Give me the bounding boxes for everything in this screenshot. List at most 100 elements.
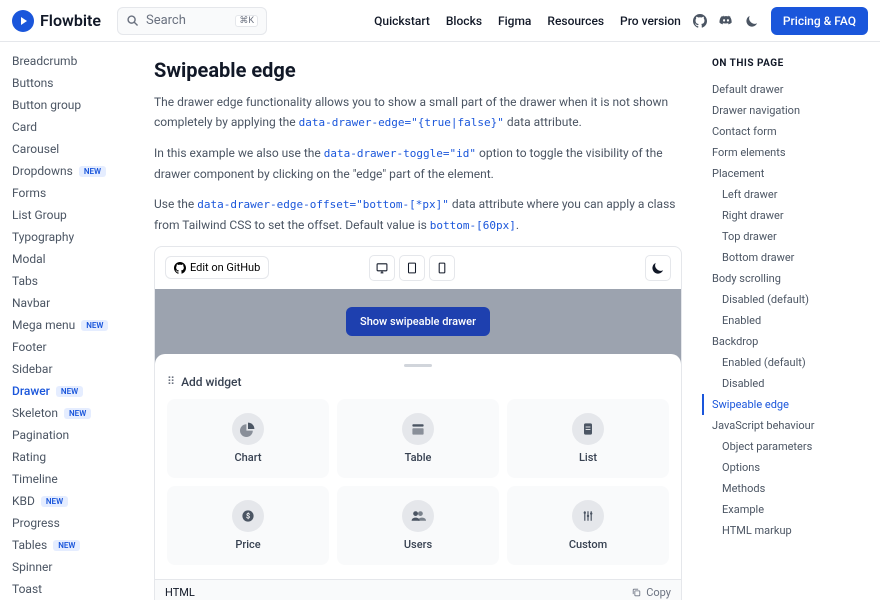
toc-default-drawer[interactable]: Default drawer [712, 79, 868, 100]
toc-contact-form[interactable]: Contact form [712, 121, 868, 142]
toc-methods[interactable]: Methods [712, 478, 868, 499]
sidebar-kbd[interactable]: KBDNEW [12, 490, 136, 512]
nav-blocks[interactable]: Blocks [446, 14, 482, 28]
sidebar-timeline[interactable]: Timeline [12, 468, 136, 490]
toc-top-drawer[interactable]: Top drawer [712, 226, 868, 247]
sidebar-sidebar[interactable]: Sidebar [12, 358, 136, 380]
search-input[interactable]: Search ⌘K [117, 7, 267, 35]
table-icon [402, 413, 434, 445]
edit-github-button[interactable]: Edit on GitHub [165, 256, 269, 279]
sidebar-tabs[interactable]: Tabs [12, 270, 136, 292]
nav-quickstart[interactable]: Quickstart [374, 14, 430, 28]
widget-custom[interactable]: Custom [507, 486, 669, 565]
toc-enabled[interactable]: Enabled [712, 310, 868, 331]
nav-pro-version[interactable]: Pro version [620, 14, 681, 28]
device-tablet[interactable] [399, 255, 425, 281]
sidebar-nav: BreadcrumbButtonsButton groupCardCarouse… [0, 42, 136, 600]
intro-3: Use the data-drawer-edge-offset="bottom-… [154, 194, 682, 235]
price-icon: $ [232, 500, 264, 532]
svg-text:$: $ [246, 511, 250, 520]
sidebar-buttons[interactable]: Buttons [12, 72, 136, 94]
table-of-contents: ON THIS PAGE Default drawerDrawer naviga… [700, 42, 880, 600]
sidebar-button-group[interactable]: Button group [12, 94, 136, 116]
search-kbd: ⌘K [235, 15, 258, 27]
sidebar-dropdowns[interactable]: DropdownsNEW [12, 160, 136, 182]
sidebar-rating[interactable]: Rating [12, 446, 136, 468]
drawer-edge[interactable]: ⠿ Add widget ChartTableList $PriceUsersCu… [155, 354, 681, 579]
sidebar-pagination[interactable]: Pagination [12, 424, 136, 446]
badge-new: NEW [64, 408, 91, 419]
discord-icon[interactable] [719, 14, 733, 28]
sidebar-progress[interactable]: Progress [12, 512, 136, 534]
widget-chart[interactable]: Chart [167, 399, 329, 478]
toc-example[interactable]: Example [712, 499, 868, 520]
widget-users[interactable]: Users [337, 486, 499, 565]
sidebar-forms[interactable]: Forms [12, 182, 136, 204]
toc-placement[interactable]: Placement [712, 163, 868, 184]
toc-body-scrolling[interactable]: Body scrolling [712, 268, 868, 289]
sidebar-tables[interactable]: TablesNEW [12, 534, 136, 556]
sidebar-carousel[interactable]: Carousel [12, 138, 136, 160]
pricing-button[interactable]: Pricing & FAQ [771, 7, 868, 35]
drawer-handle[interactable] [404, 364, 432, 367]
toc-right-drawer[interactable]: Right drawer [712, 205, 868, 226]
copy-button[interactable]: Copy [631, 586, 671, 599]
widget-price[interactable]: $Price [167, 486, 329, 565]
toc-javascript-behaviour[interactable]: JavaScript behaviour [712, 415, 868, 436]
github-icon [174, 262, 186, 274]
users-icon [402, 500, 434, 532]
badge-new: NEW [79, 166, 106, 177]
device-desktop[interactable] [369, 255, 395, 281]
toc-object-parameters[interactable]: Object parameters [712, 436, 868, 457]
toc-bottom-drawer[interactable]: Bottom drawer [712, 247, 868, 268]
sidebar-breadcrumb[interactable]: Breadcrumb [12, 50, 136, 72]
toc-swipeable-edge[interactable]: Swipeable edge [702, 394, 868, 415]
toc-html-markup[interactable]: HTML markup [712, 520, 868, 541]
custom-icon [572, 500, 604, 532]
toc-backdrop[interactable]: Backdrop [712, 331, 868, 352]
sidebar-list-group[interactable]: List Group [12, 204, 136, 226]
logo-icon [12, 10, 34, 32]
add-widget-header: ⠿ Add widget [167, 375, 669, 389]
logo[interactable]: Flowbite [12, 10, 101, 32]
toc-options[interactable]: Options [712, 457, 868, 478]
moon-icon[interactable] [745, 14, 759, 28]
main-content: Swipeable edge The drawer edge functiona… [136, 42, 700, 600]
sidebar-mega-menu[interactable]: Mega menuNEW [12, 314, 136, 336]
nav-figma[interactable]: Figma [498, 14, 531, 28]
sidebar-typography[interactable]: Typography [12, 226, 136, 248]
preview-dark-toggle[interactable] [645, 255, 671, 281]
badge-new: NEW [53, 540, 80, 551]
search-placeholder: Search [146, 13, 186, 28]
grip-icon: ⠿ [167, 375, 175, 388]
widget-list[interactable]: List [507, 399, 669, 478]
toc-enabled-default-[interactable]: Enabled (default) [712, 352, 868, 373]
widget-table[interactable]: Table [337, 399, 499, 478]
page-title: Swipeable edge [154, 58, 682, 82]
copy-icon [631, 587, 642, 598]
sidebar-footer[interactable]: Footer [12, 336, 136, 358]
toc-left-drawer[interactable]: Left drawer [712, 184, 868, 205]
sidebar-modal[interactable]: Modal [12, 248, 136, 270]
badge-new: NEW [81, 320, 108, 331]
top-nav: Quickstart Blocks Figma Resources Pro versio… [374, 14, 681, 28]
sidebar-card[interactable]: Card [12, 116, 136, 138]
device-mobile[interactable] [429, 255, 455, 281]
toc-disabled[interactable]: Disabled [712, 373, 868, 394]
search-icon [126, 14, 140, 28]
github-icon[interactable] [693, 14, 707, 28]
sidebar-spinner[interactable]: Spinner [12, 556, 136, 578]
toc-form-elements[interactable]: Form elements [712, 142, 868, 163]
logo-text: Flowbite [40, 11, 101, 30]
sidebar-drawer[interactable]: DrawerNEW [12, 380, 136, 402]
sidebar-navbar[interactable]: Navbar [12, 292, 136, 314]
code-lang: HTML [165, 586, 195, 599]
toc-disabled-default-[interactable]: Disabled (default) [712, 289, 868, 310]
nav-resources[interactable]: Resources [547, 14, 604, 28]
badge-new: NEW [56, 386, 83, 397]
toc-drawer-navigation[interactable]: Drawer navigation [712, 100, 868, 121]
show-drawer-button[interactable]: Show swipeable drawer [346, 307, 490, 336]
sidebar-toast[interactable]: Toast [12, 578, 136, 600]
sidebar-skeleton[interactable]: SkeletonNEW [12, 402, 136, 424]
toc-title: ON THIS PAGE [712, 58, 868, 69]
